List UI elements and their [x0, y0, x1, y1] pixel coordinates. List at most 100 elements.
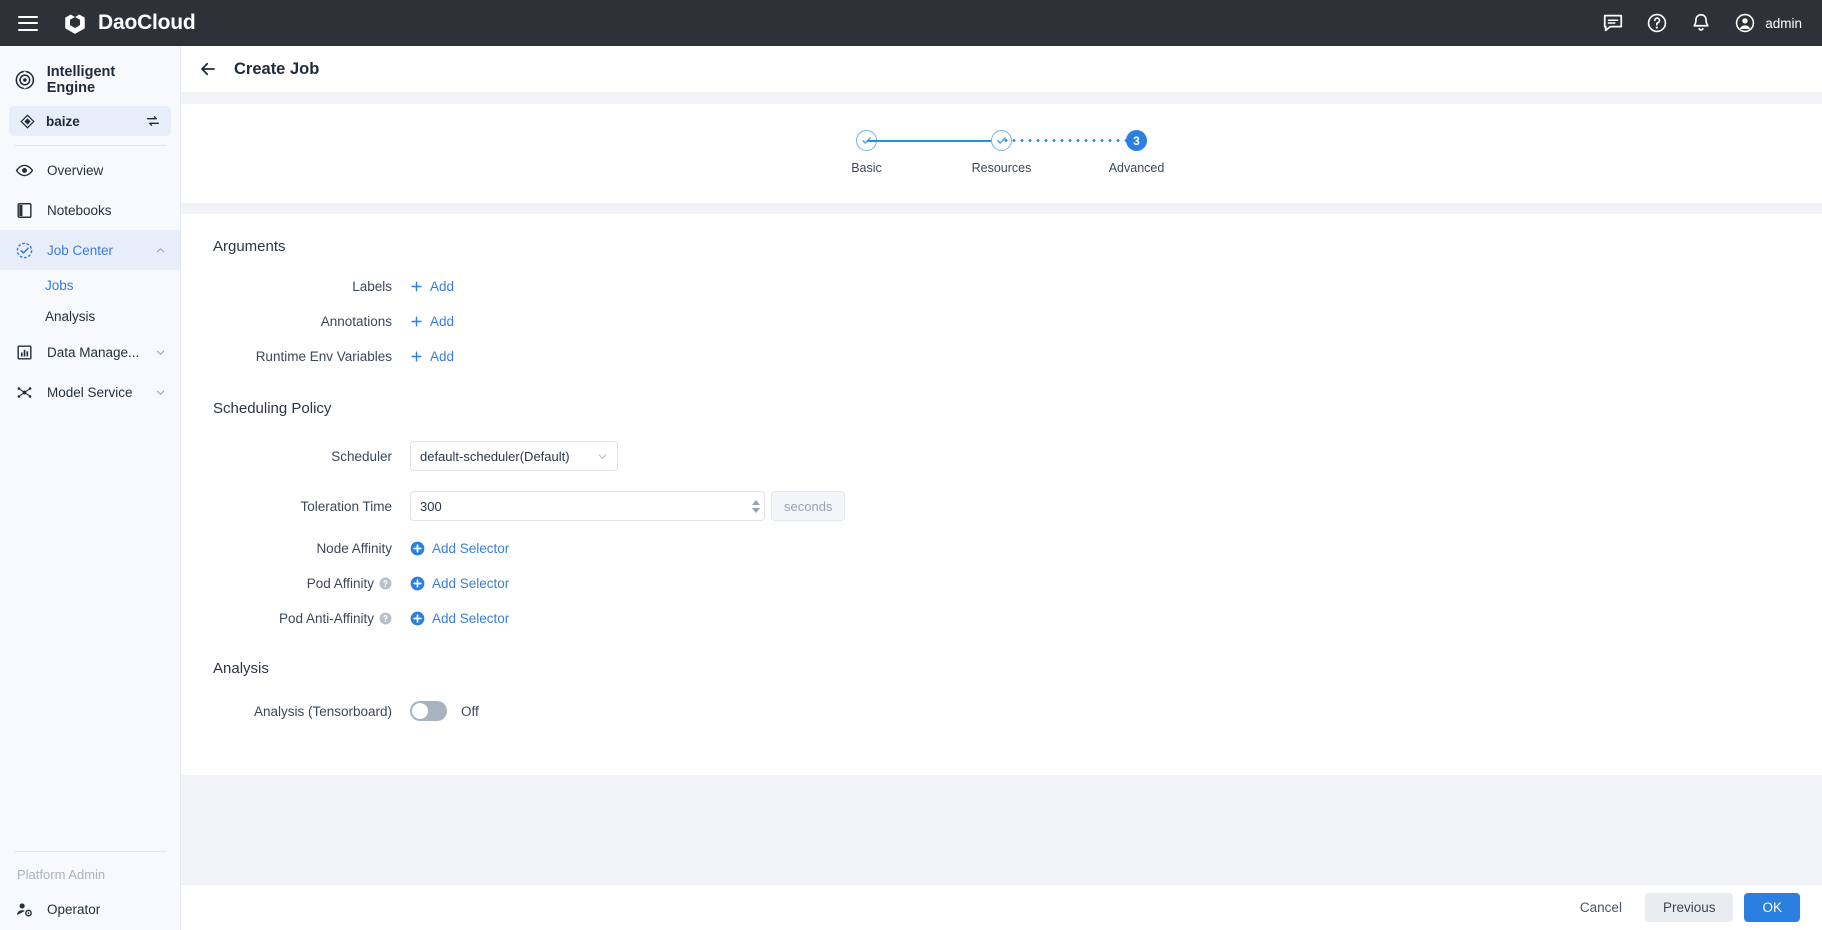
- node-affinity-label: Node Affinity: [181, 541, 392, 556]
- sidebar-item-label: Overview: [47, 162, 104, 178]
- plus-icon: [411, 351, 422, 362]
- switch-workspace-icon[interactable]: [145, 113, 161, 129]
- sidebar-item-label: Job Center: [47, 242, 114, 258]
- cancel-button[interactable]: Cancel: [1568, 893, 1634, 922]
- add-label-text: Add: [430, 279, 455, 294]
- sidebar-item-data-management[interactable]: Data Manage...: [0, 332, 180, 372]
- main-content: Create Job Basic Resources 3 Advanced Ar…: [181, 46, 1822, 930]
- chevron-up-icon[interactable]: [155, 245, 166, 256]
- sidebar-item-notebooks[interactable]: Notebooks: [0, 190, 180, 230]
- analysis-tensorboard-toggle[interactable]: [410, 701, 447, 721]
- form-scroll-area[interactable]: Basic Resources 3 Advanced Arguments Lab…: [181, 92, 1822, 884]
- scheduler-select[interactable]: default-scheduler(Default): [410, 441, 618, 471]
- add-node-affinity-selector-button[interactable]: Add Selector: [410, 541, 509, 556]
- scheduler-label: Scheduler: [331, 448, 392, 464]
- plus-icon: [411, 316, 422, 327]
- analysis-tensorboard-label: Analysis (Tensorboard): [253, 703, 392, 719]
- step-connector-dotted: [1001, 130, 1137, 151]
- intelligent-engine-icon: [15, 70, 35, 90]
- sidebar-item-model-service[interactable]: Model Service: [0, 372, 180, 412]
- row-toleration-time: Toleration Time 300 seconds: [181, 491, 1822, 521]
- page-title: Create Job: [234, 59, 320, 78]
- topbar-actions: admin: [1602, 12, 1822, 34]
- runtime-env-label: Runtime Env Variables: [255, 349, 392, 364]
- sidebar-divider: [14, 145, 166, 146]
- pod-anti-affinity-text: Pod Anti-Affinity: [278, 611, 374, 626]
- plus-circle-icon: [410, 541, 425, 556]
- brand[interactable]: DaoCloud: [62, 10, 196, 36]
- workspace-icon: [20, 113, 35, 129]
- toggle-knob: [412, 703, 428, 719]
- pod-affinity-text: Pod Affinity: [306, 576, 374, 591]
- analysis-tensorboard-state: Off: [461, 703, 479, 719]
- sidebar-subitem-analysis[interactable]: Analysis: [0, 301, 180, 332]
- section-title-analysis: Analysis: [213, 660, 269, 677]
- step-label: Basic: [851, 161, 882, 175]
- page-header: Create Job: [181, 46, 1822, 92]
- footer-actions: Cancel Previous OK: [181, 884, 1822, 930]
- spinner-up-icon[interactable]: [751, 499, 760, 505]
- step-connector-solid: [866, 130, 1002, 151]
- book-icon: [14, 200, 34, 220]
- pod-anti-affinity-label: Pod Anti-Affinity: [181, 611, 392, 626]
- ok-button[interactable]: OK: [1744, 893, 1800, 922]
- help-circle-icon[interactable]: [379, 577, 392, 590]
- add-annotation-button[interactable]: Add: [410, 314, 454, 329]
- pod-affinity-label: Pod Affinity: [181, 576, 392, 591]
- sidebar-product-label: Intelligent Engine: [46, 64, 116, 96]
- stepper-card: Basic Resources 3 Advanced: [181, 104, 1822, 203]
- brand-text: DaoCloud: [98, 11, 196, 34]
- row-labels: Labels Add: [181, 279, 1822, 294]
- add-label-button[interactable]: Add: [410, 279, 454, 294]
- sidebar-item-label: Notebooks: [47, 202, 112, 218]
- row-analysis-tensorboard: Analysis (Tensorboard) Off: [181, 701, 1822, 721]
- chart-box-icon: [14, 342, 34, 362]
- step-label: Advanced: [1108, 161, 1165, 175]
- labels-label: Labels: [352, 279, 392, 294]
- add-pod-affinity-text: Add Selector: [432, 576, 510, 591]
- eye-icon: [14, 160, 34, 180]
- add-pod-anti-affinity-text: Add Selector: [432, 611, 510, 626]
- menu-icon[interactable]: [18, 15, 38, 31]
- help-icon[interactable]: [1646, 12, 1668, 34]
- help-circle-icon[interactable]: [379, 612, 392, 625]
- model-nodes-icon: [14, 382, 34, 402]
- plus-icon: [411, 281, 422, 292]
- add-pod-affinity-selector-button[interactable]: Add Selector: [410, 576, 509, 591]
- sidebar-item-operator[interactable]: Operator: [0, 888, 180, 930]
- scheduler-value: default-scheduler(Default): [420, 448, 570, 464]
- toleration-time-spinner[interactable]: [747, 491, 765, 521]
- arrow-left-icon[interactable]: [199, 60, 217, 78]
- spinner-down-icon[interactable]: [751, 507, 760, 513]
- advanced-form-card: Arguments Labels Add Annotations Add Run…: [181, 214, 1822, 775]
- row-pod-anti-affinity: Pod Anti-Affinity Add Selector: [181, 611, 1822, 626]
- chevron-down-icon[interactable]: [155, 387, 166, 398]
- username-label: admin: [1765, 15, 1802, 31]
- row-annotations: Annotations Add: [181, 314, 1822, 329]
- sidebar-item-overview[interactable]: Overview: [0, 150, 180, 190]
- toleration-time-input[interactable]: 300: [410, 491, 747, 521]
- sidebar-workspace-selector[interactable]: baize: [9, 106, 171, 136]
- chat-icon[interactable]: [1602, 12, 1624, 34]
- plus-circle-icon: [410, 576, 425, 591]
- sidebar-subitem-jobs[interactable]: Jobs: [0, 270, 180, 301]
- row-runtime-env: Runtime Env Variables Add: [181, 349, 1822, 364]
- check-circle-icon: [14, 240, 34, 260]
- sidebar: Intelligent Engine baize Overview Notebo…: [0, 46, 181, 930]
- sidebar-product-header[interactable]: Intelligent Engine: [0, 56, 180, 104]
- daocloud-logo-icon: [65, 12, 85, 34]
- sidebar-item-job-center[interactable]: Job Center: [0, 230, 180, 270]
- step-circle-current: 3: [1126, 130, 1147, 151]
- chevron-down-icon[interactable]: [155, 347, 166, 358]
- sidebar-item-label: Data Manage...: [47, 344, 140, 360]
- add-pod-anti-affinity-selector-button[interactable]: Add Selector: [410, 611, 509, 626]
- top-bar: DaoCloud admin: [0, 0, 1822, 46]
- user-menu[interactable]: admin: [1734, 12, 1802, 34]
- toleration-time-stepper[interactable]: 300: [410, 491, 765, 521]
- add-env-variable-button[interactable]: Add: [410, 349, 454, 364]
- sidebar-item-label: Model Service: [47, 384, 133, 400]
- bell-icon[interactable]: [1690, 12, 1712, 34]
- previous-button[interactable]: Previous: [1644, 893, 1734, 922]
- stepper: Basic Resources 3 Advanced: [851, 130, 1164, 175]
- add-annotation-text: Add: [430, 314, 455, 329]
